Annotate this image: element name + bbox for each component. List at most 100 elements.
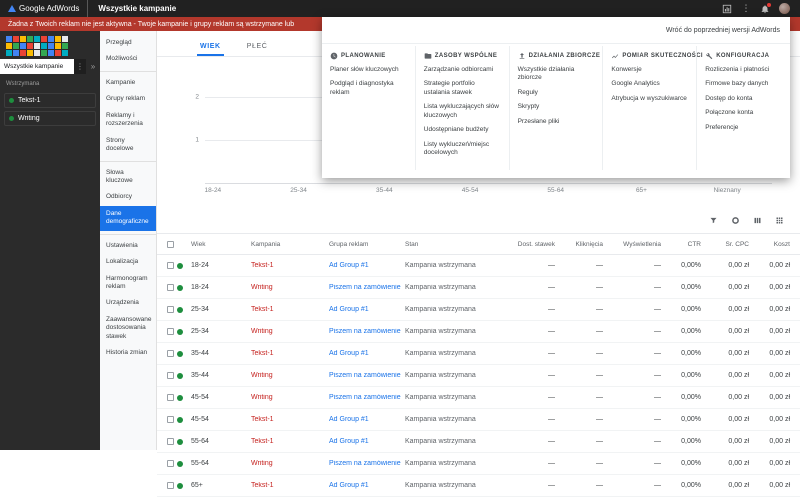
campaign-item[interactable]: Writing <box>4 111 96 126</box>
adgroup-link[interactable]: Piszem na zamówienie <box>329 328 405 335</box>
sidebar-item-dane-demograficzne[interactable]: Dane demograficzne <box>100 205 156 231</box>
tools-menu-item[interactable]: Rozliczenia i płatności <box>705 66 782 74</box>
koszt-cell: 0,00 zł <box>769 394 790 401</box>
adgroup-link[interactable]: Ad Group #1 <box>329 482 405 489</box>
tools-menu-item[interactable]: Wszystkie działania zbiorcze <box>518 66 595 83</box>
adgroup-link[interactable]: Ad Group #1 <box>329 438 405 445</box>
row-checkbox[interactable] <box>167 306 174 313</box>
adgroup-link[interactable]: Piszem na zamówienie <box>329 460 405 467</box>
tools-menu-item[interactable]: Zarządzanie odbiorcami <box>424 66 501 74</box>
sidebar-item-slowa-kluczowe[interactable]: Słowa kluczowe <box>100 165 156 190</box>
notifications-icon[interactable] <box>760 2 771 14</box>
tools-menu-item[interactable]: Lista wykluczających słów kluczowych <box>424 103 501 120</box>
table-row: 45-54 Writing Piszem na zamówienie Kampania… <box>157 387 800 409</box>
tools-menu-item[interactable]: Preferencje <box>705 124 782 132</box>
grid-icon[interactable] <box>775 212 784 230</box>
campaign-link[interactable]: Tekst-1 <box>251 350 329 357</box>
tools-menu-item[interactable]: Atrybucja w wyszukiwarce <box>611 95 688 103</box>
back-to-previous-link[interactable]: Wróć do poprzedniej wersji AdWords <box>666 27 780 34</box>
row-checkbox[interactable] <box>167 460 174 467</box>
row-checkbox[interactable] <box>167 438 174 445</box>
tools-menu-item[interactable]: Połączone konta <box>705 109 782 117</box>
campaign-link[interactable]: Writing <box>251 328 329 335</box>
collapse-sidebar-icon[interactable]: » <box>86 59 100 74</box>
klik-cell: — <box>596 416 603 423</box>
campaign-link[interactable]: Writing <box>251 460 329 467</box>
tools-menu-item[interactable]: Przesłane pliki <box>518 118 595 126</box>
tools-menu-item[interactable]: Listy wykluczeń/miejsc docelowych <box>424 141 501 158</box>
adgroup-link[interactable]: Ad Group #1 <box>329 306 405 313</box>
row-checkbox[interactable] <box>167 350 174 357</box>
age-cell: 18-24 <box>191 284 209 291</box>
tab-plec[interactable]: PŁEĆ <box>244 43 271 56</box>
campaign-item[interactable]: Tekst-1 <box>4 93 96 108</box>
status-enabled-icon <box>177 372 183 379</box>
segment-icon[interactable] <box>731 212 740 230</box>
campaign-link[interactable]: Tekst-1 <box>251 262 329 269</box>
row-checkbox[interactable] <box>167 262 174 269</box>
more-vert-icon[interactable]: ⋮ <box>741 4 751 14</box>
campaign-link[interactable]: Writing <box>251 284 329 291</box>
campaign-link[interactable]: Writing <box>251 372 329 379</box>
tools-menu-item[interactable]: Planer słów kluczowych <box>330 66 407 74</box>
dost-cell: — <box>548 350 555 357</box>
all-campaigns-item[interactable]: Wszystkie kampanie <box>0 59 74 74</box>
row-checkbox[interactable] <box>167 416 174 423</box>
x-axis-labels: 18-24 25-34 35-44 45-54 55-64 65+ Nieznany <box>170 187 770 194</box>
tools-section-title: ZASOBY WSPÓLNE <box>434 53 498 59</box>
tools-menu-item[interactable]: Google Analytics <box>611 80 688 88</box>
table-row: 35-44 Tekst-1 Ad Group #1 Kampania wstrzyma… <box>157 343 800 365</box>
row-checkbox[interactable] <box>167 482 174 489</box>
tools-menu-item[interactable]: Strategie portfolio ustalania stawek <box>424 80 501 97</box>
adgroup-link[interactable]: Ad Group #1 <box>329 416 405 423</box>
sidebar-item-reklamy-i-rozszerzenia[interactable]: Reklamy i rozszerzenia <box>100 108 156 133</box>
sidebar-item-grupy-reklam[interactable]: Grupy reklam <box>100 91 156 107</box>
ctr-cell: 0,00% <box>681 306 701 313</box>
topbar-actions: ⋮ <box>722 2 800 14</box>
tools-menu-item[interactable]: Firmowe bazy danych <box>705 80 782 88</box>
adgroup-link[interactable]: Ad Group #1 <box>329 262 405 269</box>
col-header: Śr. CPC <box>725 240 749 248</box>
campaign-link[interactable]: Writing <box>251 394 329 401</box>
sidebar-item-przeglad[interactable]: Przegląd <box>100 35 156 51</box>
avatar[interactable] <box>779 3 790 14</box>
tools-menu-item[interactable]: Udostępniane budżety <box>424 126 501 134</box>
columns-icon[interactable] <box>753 212 762 230</box>
tools-menu-item[interactable]: Skrypty <box>518 103 595 111</box>
account-mosaic <box>6 36 94 56</box>
ctr-cell: 0,00% <box>681 482 701 489</box>
tab-wiek[interactable]: WIEK <box>197 43 224 56</box>
sidebar-item-kampanie[interactable]: Kampanie <box>100 75 156 91</box>
sidebar-item-strony-docelowe[interactable]: Strony docelowe <box>100 133 156 158</box>
row-checkbox[interactable] <box>167 372 174 379</box>
campaign-link[interactable]: Tekst-1 <box>251 306 329 313</box>
row-checkbox[interactable] <box>167 284 174 291</box>
row-checkbox[interactable] <box>167 328 174 335</box>
tools-menu-item[interactable]: Dostęp do konta <box>705 95 782 103</box>
campaign-link[interactable]: Tekst-1 <box>251 438 329 445</box>
tools-menu-item[interactable]: Konwersje <box>611 66 688 74</box>
adgroup-link[interactable]: Piszem na zamówienie <box>329 372 405 379</box>
adgroup-link[interactable]: Piszem na zamówienie <box>329 394 405 401</box>
campaign-link[interactable]: Tekst-1 <box>251 482 329 489</box>
ctr-cell: 0,00% <box>681 416 701 423</box>
adgroup-link[interactable]: Ad Group #1 <box>329 350 405 357</box>
reports-icon[interactable] <box>722 4 732 14</box>
filter-icon[interactable] <box>709 212 718 230</box>
campaign-link[interactable]: Tekst-1 <box>251 416 329 423</box>
sidebar-item-mozliwosci[interactable]: Możliwości <box>100 51 156 67</box>
row-checkbox[interactable] <box>167 394 174 401</box>
tools-menu-item[interactable]: Reguły <box>518 89 595 97</box>
page-title: Wszystkie kampanie <box>87 0 722 17</box>
tools-menu-item[interactable]: Podgląd i diagnostyka reklam <box>330 80 407 97</box>
adgroup-link[interactable]: Piszem na zamówienie <box>329 284 405 291</box>
sidebar-item-lokalizacja[interactable]: Lokalizacja <box>100 254 156 270</box>
sidebar-item-odbiorcy[interactable]: Odbiorcy <box>100 189 156 205</box>
sidebar-item-zaawansowane-dostosowania-stawek[interactable]: Zaawansowane dostosowania stawek <box>100 312 156 345</box>
campaign-more-icon[interactable]: ⋮ <box>74 59 86 74</box>
sidebar-item-urzadzenia[interactable]: Urządzenia <box>100 295 156 311</box>
sidebar-item-ustawienia[interactable]: Ustawienia <box>100 238 156 254</box>
sidebar-item-historia-zmian[interactable]: Historia zmian <box>100 345 156 361</box>
sidebar-item-harmonogram-reklam[interactable]: Harmonogram reklam <box>100 271 156 296</box>
select-all-checkbox[interactable] <box>167 240 174 248</box>
